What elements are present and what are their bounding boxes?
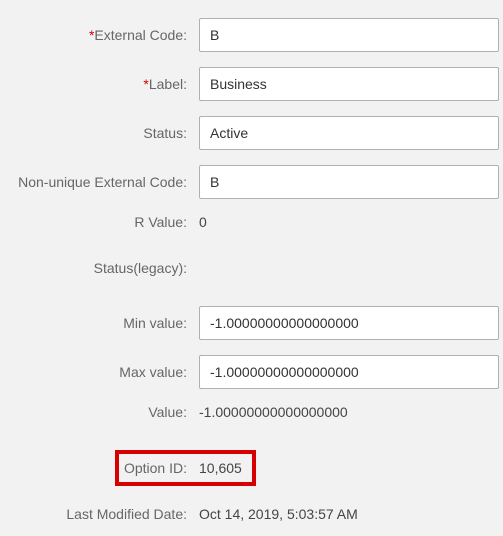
label-option-id: Option ID:	[119, 460, 195, 476]
label-external-code: *External Code:	[0, 27, 195, 43]
label-status-legacy: Status(legacy):	[0, 260, 195, 276]
row-value: Value: -1.00000000000000000	[0, 404, 503, 420]
label-min-value: Min value:	[0, 315, 195, 331]
value-r-value: 0	[195, 214, 503, 230]
status-input[interactable]	[199, 116, 499, 150]
row-nonunique-code: Non-unique External Code:	[0, 165, 503, 199]
label-value: Value:	[0, 404, 195, 420]
row-status-legacy: Status(legacy):	[0, 260, 503, 276]
row-last-modified: Last Modified Date: Oct 14, 2019, 5:03:5…	[0, 506, 503, 522]
row-label: *Label:	[0, 67, 503, 101]
option-id-highlight: Option ID: 10,605	[115, 450, 256, 486]
row-r-value: R Value: 0	[0, 214, 503, 230]
row-external-code: *External Code:	[0, 18, 503, 52]
row-max-value: Max value:	[0, 355, 503, 389]
value-value: -1.00000000000000000	[195, 404, 503, 420]
form-container: *External Code: *Label: Status: Non-uniq…	[0, 0, 503, 522]
label-input[interactable]	[199, 67, 499, 101]
label-max-value: Max value:	[0, 364, 195, 380]
label-r-value: R Value:	[0, 214, 195, 230]
label-status: Status:	[0, 125, 195, 141]
value-option-id: 10,605	[195, 460, 242, 476]
label-nonunique-code: Non-unique External Code:	[0, 174, 195, 190]
row-min-value: Min value:	[0, 306, 503, 340]
max-value-input[interactable]	[199, 355, 499, 389]
row-status: Status:	[0, 116, 503, 150]
label-last-modified: Last Modified Date:	[0, 506, 195, 522]
nonunique-code-input[interactable]	[199, 165, 499, 199]
value-last-modified: Oct 14, 2019, 5:03:57 AM	[195, 506, 503, 522]
min-value-input[interactable]	[199, 306, 499, 340]
label-label: *Label:	[0, 76, 195, 92]
external-code-input[interactable]	[199, 18, 499, 52]
